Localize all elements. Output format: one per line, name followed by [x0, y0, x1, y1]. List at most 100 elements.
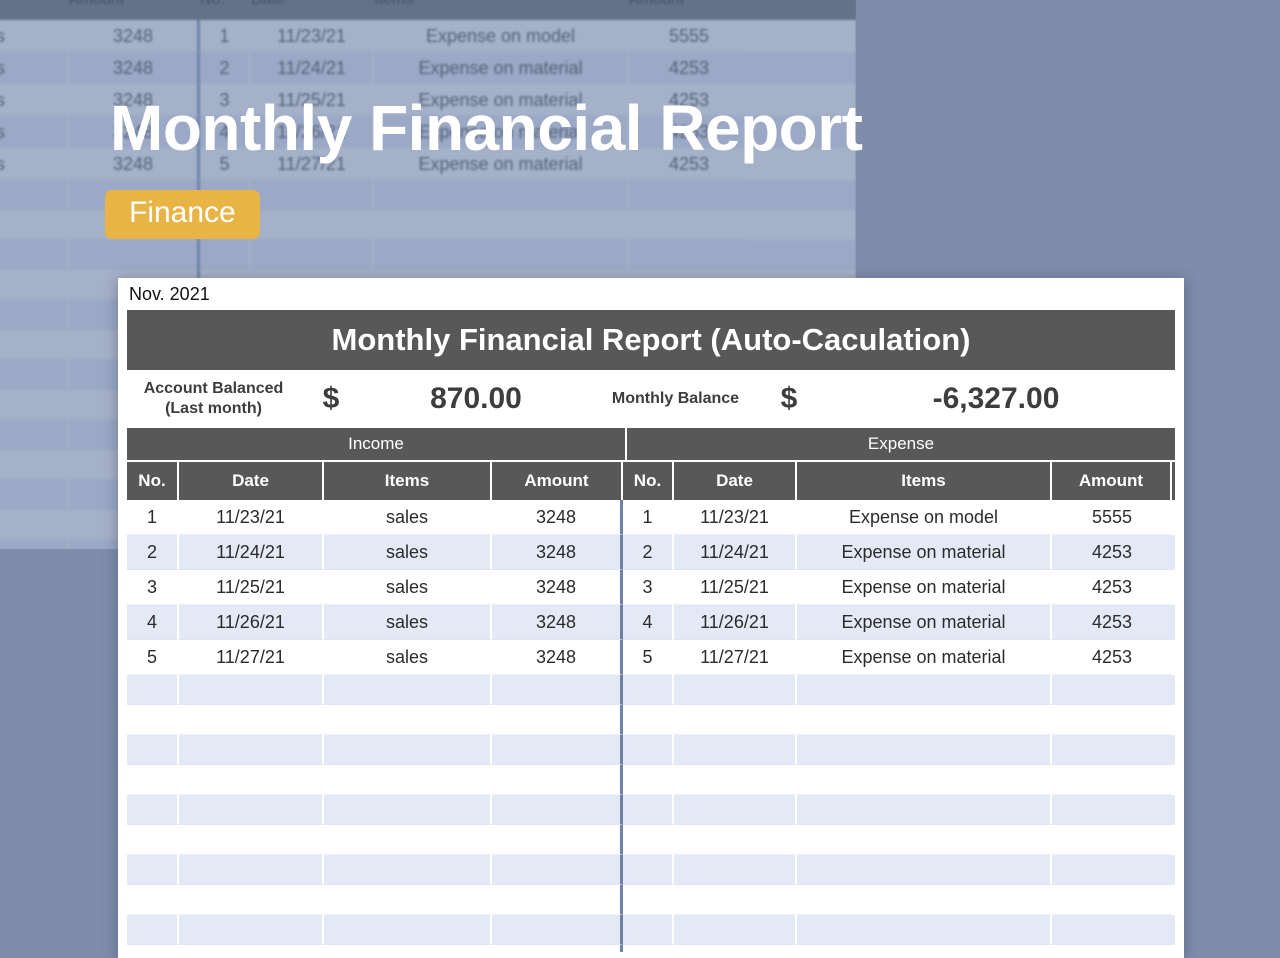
cell-income-amount[interactable]: 3248	[492, 570, 623, 605]
cell-expense-empty[interactable]	[797, 705, 1052, 735]
cell-expense-empty[interactable]	[1052, 735, 1172, 765]
cell-income-empty[interactable]	[179, 765, 324, 795]
cell-income-item[interactable]: sales	[324, 605, 492, 640]
cell-expense-empty[interactable]	[674, 855, 797, 885]
cell-income-empty[interactable]	[492, 735, 623, 765]
cell-expense-no[interactable]: 2	[623, 535, 674, 570]
cell-expense-amount[interactable]: 4253	[1052, 535, 1172, 570]
cell-income-amount[interactable]: 3248	[492, 640, 623, 675]
cell-expense-empty[interactable]	[1052, 855, 1172, 885]
cell-expense-empty[interactable]	[1052, 765, 1172, 795]
cell-expense-empty[interactable]	[797, 825, 1052, 855]
cell-income-empty[interactable]	[324, 825, 492, 855]
cell-expense-amount[interactable]: 4253	[1052, 640, 1172, 675]
cell-expense-empty[interactable]	[1052, 915, 1172, 945]
cell-expense-amount[interactable]: 4253	[1052, 605, 1172, 640]
cell-expense-empty[interactable]	[674, 675, 797, 705]
cell-income-empty[interactable]	[127, 825, 179, 855]
cell-expense-empty[interactable]	[623, 915, 674, 945]
cell-income-empty[interactable]	[324, 675, 492, 705]
cell-expense-empty[interactable]	[623, 765, 674, 795]
cell-expense-item[interactable]: Expense on material	[797, 640, 1052, 675]
cell-income-empty[interactable]	[324, 735, 492, 765]
table-row-empty[interactable]	[127, 705, 1175, 735]
cell-income-empty[interactable]	[179, 885, 324, 915]
cell-income-empty[interactable]	[492, 825, 623, 855]
cell-expense-date[interactable]: 11/23/21	[674, 500, 797, 535]
cell-expense-no[interactable]: 3	[623, 570, 674, 605]
cell-expense-empty[interactable]	[797, 885, 1052, 915]
cell-income-empty[interactable]	[324, 855, 492, 885]
cell-income-empty[interactable]	[127, 795, 179, 825]
cell-expense-empty[interactable]	[623, 795, 674, 825]
cell-expense-empty[interactable]	[797, 855, 1052, 885]
cell-income-empty[interactable]	[127, 765, 179, 795]
cell-expense-empty[interactable]	[674, 795, 797, 825]
cell-income-empty[interactable]	[492, 765, 623, 795]
cell-expense-amount[interactable]: 4253	[1052, 570, 1172, 605]
cell-income-empty[interactable]	[179, 705, 324, 735]
cell-income-empty[interactable]	[492, 675, 623, 705]
cell-expense-empty[interactable]	[674, 915, 797, 945]
cell-expense-no[interactable]: 1	[623, 500, 674, 535]
cell-income-empty[interactable]	[179, 735, 324, 765]
cell-income-item[interactable]: sales	[324, 570, 492, 605]
cell-income-empty[interactable]	[492, 885, 623, 915]
table-row[interactable]: 311/25/21sales3248311/25/21Expense on ma…	[127, 570, 1175, 605]
cell-income-empty[interactable]	[492, 915, 623, 945]
cell-expense-no[interactable]: 4	[623, 605, 674, 640]
cell-income-no[interactable]: 3	[127, 570, 179, 605]
cell-income-no[interactable]: 5	[127, 640, 179, 675]
cell-expense-empty[interactable]	[623, 885, 674, 915]
cell-expense-empty[interactable]	[797, 765, 1052, 795]
cell-expense-date[interactable]: 11/26/21	[674, 605, 797, 640]
cell-expense-empty[interactable]	[674, 705, 797, 735]
cell-income-no[interactable]: 2	[127, 535, 179, 570]
cell-expense-empty[interactable]	[674, 735, 797, 765]
cell-income-date[interactable]: 11/24/21	[179, 535, 324, 570]
cell-income-empty[interactable]	[127, 675, 179, 705]
cell-income-date[interactable]: 11/25/21	[179, 570, 324, 605]
cell-expense-empty[interactable]	[674, 885, 797, 915]
cell-income-empty[interactable]	[127, 735, 179, 765]
cell-expense-empty[interactable]	[623, 735, 674, 765]
table-row[interactable]: 411/26/21sales3248411/26/21Expense on ma…	[127, 605, 1175, 640]
cell-expense-item[interactable]: Expense on material	[797, 535, 1052, 570]
cell-expense-date[interactable]: 11/27/21	[674, 640, 797, 675]
table-row-empty[interactable]	[127, 735, 1175, 765]
cell-income-item[interactable]: sales	[324, 535, 492, 570]
cell-expense-empty[interactable]	[1052, 705, 1172, 735]
cell-expense-empty[interactable]	[797, 915, 1052, 945]
cell-income-empty[interactable]	[127, 885, 179, 915]
cell-income-empty[interactable]	[492, 855, 623, 885]
cell-income-empty[interactable]	[492, 705, 623, 735]
cell-expense-empty[interactable]	[623, 675, 674, 705]
cell-expense-empty[interactable]	[797, 795, 1052, 825]
cell-income-empty[interactable]	[179, 795, 324, 825]
cell-income-empty[interactable]	[127, 705, 179, 735]
cell-expense-empty[interactable]	[623, 855, 674, 885]
cell-income-empty[interactable]	[492, 795, 623, 825]
cell-income-item[interactable]: sales	[324, 640, 492, 675]
cell-income-empty[interactable]	[324, 795, 492, 825]
cell-expense-no[interactable]: 5	[623, 640, 674, 675]
table-row[interactable]: 211/24/21sales3248211/24/21Expense on ma…	[127, 535, 1175, 570]
cell-income-date[interactable]: 11/27/21	[179, 640, 324, 675]
cell-income-empty[interactable]	[179, 855, 324, 885]
table-row[interactable]: 511/27/21sales3248511/27/21Expense on ma…	[127, 640, 1175, 675]
cell-expense-empty[interactable]	[1052, 885, 1172, 915]
cell-income-empty[interactable]	[179, 675, 324, 705]
cell-expense-item[interactable]: Expense on material	[797, 605, 1052, 640]
cell-income-amount[interactable]: 3248	[492, 535, 623, 570]
cell-expense-empty[interactable]	[1052, 675, 1172, 705]
cell-expense-amount[interactable]: 5555	[1052, 500, 1172, 535]
cell-expense-empty[interactable]	[623, 825, 674, 855]
table-row-empty[interactable]	[127, 765, 1175, 795]
cell-income-no[interactable]: 1	[127, 500, 179, 535]
cell-income-empty[interactable]	[127, 855, 179, 885]
table-row-empty[interactable]	[127, 675, 1175, 705]
cell-expense-empty[interactable]	[1052, 825, 1172, 855]
cell-income-date[interactable]: 11/23/21	[179, 500, 324, 535]
cell-expense-item[interactable]: Expense on model	[797, 500, 1052, 535]
cell-income-empty[interactable]	[324, 885, 492, 915]
